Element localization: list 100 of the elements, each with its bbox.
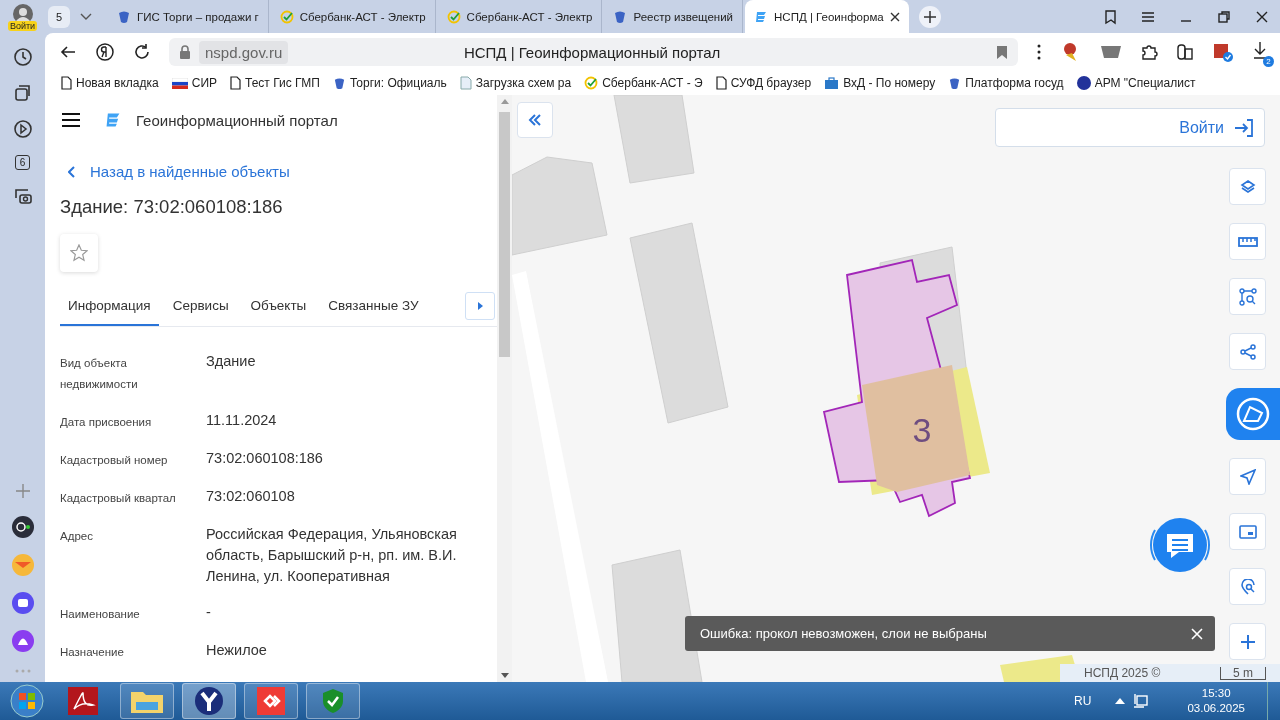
start-button-icon[interactable] bbox=[8, 683, 46, 719]
shield-check-icon bbox=[321, 688, 345, 714]
url-text[interactable]: nspd.gov.ru bbox=[199, 40, 289, 64]
bookmark-link[interactable]: ВхД - По номеру bbox=[824, 76, 936, 90]
app-circle-icon[interactable] bbox=[11, 516, 34, 538]
bookmark-link[interactable]: Платформа госуд bbox=[948, 76, 1064, 90]
menu-icon[interactable] bbox=[62, 113, 80, 127]
browser-logo-icon[interactable] bbox=[95, 42, 115, 62]
map-tool-button[interactable] bbox=[1229, 168, 1266, 205]
bookmark-link[interactable]: Сбербанк-АСТ - Э bbox=[584, 76, 703, 90]
extension-check-icon[interactable] bbox=[1212, 41, 1234, 63]
map-tool-button[interactable] bbox=[1229, 458, 1266, 495]
zoom-in-button[interactable] bbox=[1229, 623, 1266, 660]
portal-logo-icon bbox=[754, 9, 769, 24]
field-label: Адрес bbox=[60, 529, 94, 544]
taskbar-button[interactable] bbox=[244, 683, 298, 719]
portal-logo-icon bbox=[104, 111, 122, 129]
play-icon[interactable] bbox=[12, 119, 33, 139]
page-title: НСПД | Геоинформационный портал bbox=[462, 43, 722, 61]
bookmark-link[interactable]: Тест Гис ГМП bbox=[230, 76, 320, 90]
info-tab[interactable]: Объекты bbox=[242, 286, 315, 326]
map-tool-button[interactable] bbox=[1229, 513, 1266, 550]
back-link[interactable]: Назад в найденные объекты bbox=[60, 145, 497, 180]
bookmark-icon[interactable] bbox=[996, 45, 1008, 59]
taskbar-button[interactable] bbox=[182, 683, 236, 719]
next-tab-button[interactable] bbox=[465, 292, 495, 320]
login-button[interactable]: Войти bbox=[995, 108, 1265, 147]
lock-icon bbox=[179, 45, 191, 59]
error-message: Ошибка: прокол невозможен, слои не выбраны bbox=[700, 626, 987, 641]
screenshot-camera-icon[interactable] bbox=[12, 186, 33, 206]
history-clock-icon[interactable] bbox=[12, 47, 33, 67]
bookmark-link[interactable]: Загрузка схем ра bbox=[459, 76, 572, 90]
picture-in-picture-icon bbox=[1238, 524, 1257, 539]
language-indicator[interactable]: RU bbox=[1074, 694, 1092, 708]
browser-logo-icon bbox=[194, 686, 224, 716]
page-icon bbox=[715, 76, 727, 90]
field-value: Нежилое bbox=[206, 641, 268, 660]
navigation-arrow-icon bbox=[1239, 468, 1256, 485]
scroll-up-icon[interactable] bbox=[500, 99, 509, 104]
sidebar-badge[interactable]: 6 bbox=[14, 155, 31, 170]
star-icon bbox=[70, 244, 88, 262]
new-tab-icon[interactable] bbox=[918, 5, 941, 28]
map-tool-button[interactable] bbox=[1229, 568, 1266, 605]
caret-down-icon[interactable] bbox=[80, 12, 92, 21]
puzzle-icon[interactable] bbox=[1140, 43, 1158, 61]
emblem-icon bbox=[613, 9, 628, 24]
field-value: - bbox=[206, 603, 212, 622]
building-number: 3 bbox=[912, 411, 932, 449]
restore-icon[interactable] bbox=[1216, 8, 1232, 25]
info-tab[interactable]: Информация bbox=[60, 286, 159, 326]
clock-date[interactable]: 03.06.2025 bbox=[1187, 701, 1245, 716]
field-label: Кадастровый номер bbox=[60, 453, 169, 468]
plus-icon bbox=[1240, 634, 1255, 649]
field-value: 11.11.2024 bbox=[206, 411, 278, 430]
area-search-icon bbox=[1238, 287, 1257, 306]
map-tool-button[interactable] bbox=[1229, 333, 1266, 370]
bookmark-link[interactable]: Торги: Официаль bbox=[332, 76, 447, 90]
login-arrow-icon bbox=[1234, 118, 1254, 137]
check-circle-icon bbox=[584, 76, 599, 90]
map-tool-button[interactable] bbox=[1229, 223, 1266, 260]
download-count-badge: 2 bbox=[1263, 56, 1274, 67]
bookmark-link[interactable]: Новая вкладка bbox=[61, 76, 159, 90]
map-folder-icon bbox=[1235, 396, 1271, 432]
object-heading: Здание: 73:02:060108:186 bbox=[60, 196, 284, 218]
caret-right-icon bbox=[477, 302, 483, 310]
layers-icon bbox=[1239, 178, 1256, 195]
emblem-icon bbox=[332, 76, 346, 90]
field-value: Здание bbox=[206, 352, 257, 371]
page-icon bbox=[61, 76, 72, 90]
more-vertical-icon[interactable] bbox=[1036, 44, 1042, 60]
pdf-reader-icon[interactable] bbox=[68, 687, 98, 715]
notes-icon[interactable] bbox=[12, 83, 33, 103]
clock-time[interactable]: 15:30 bbox=[1201, 686, 1231, 701]
reload-icon[interactable] bbox=[133, 43, 151, 61]
messenger-icon[interactable] bbox=[11, 592, 34, 614]
scrollbar-thumb[interactable] bbox=[499, 112, 510, 357]
info-tab[interactable]: Сервисы bbox=[164, 286, 237, 326]
address-bar[interactable]: nspd.gov.ru НСПД | Геоинформационный портал bbox=[169, 38, 1018, 66]
map-feature-tab[interactable] bbox=[1226, 388, 1280, 440]
bookmark-link[interactable]: СИР bbox=[171, 76, 217, 90]
assistant-icon[interactable] bbox=[11, 630, 34, 652]
browser-tab[interactable]: НСПД | Геоинформа bbox=[745, 0, 909, 33]
map-tool-button[interactable] bbox=[1229, 278, 1266, 315]
scroll-down-icon[interactable] bbox=[500, 673, 509, 678]
bookmark-link[interactable]: АРМ "Специалист bbox=[1076, 76, 1196, 90]
profile-login-label[interactable]: Войти bbox=[7, 21, 38, 31]
double-chevron-left-icon bbox=[528, 114, 542, 126]
tabs-overview-icon[interactable] bbox=[1102, 8, 1118, 25]
extension-tray-icon[interactable] bbox=[1100, 45, 1122, 59]
close-icon[interactable] bbox=[889, 11, 900, 22]
tab-count-button[interactable]: 5 bbox=[48, 5, 70, 28]
network-icon[interactable] bbox=[1133, 693, 1150, 709]
more-dots-icon[interactable] bbox=[13, 668, 32, 674]
download-icon[interactable] bbox=[1252, 41, 1268, 59]
field-value: 73:02:060108:186 bbox=[206, 449, 324, 468]
tray-up-arrow-icon[interactable] bbox=[1115, 698, 1126, 704]
info-tab[interactable]: Связанные ЗУ bbox=[320, 286, 427, 326]
collapse-panel-button[interactable] bbox=[517, 102, 553, 138]
bookmark-link[interactable]: СУФД браузер bbox=[715, 76, 812, 90]
key-card-icon[interactable] bbox=[1176, 43, 1194, 61]
